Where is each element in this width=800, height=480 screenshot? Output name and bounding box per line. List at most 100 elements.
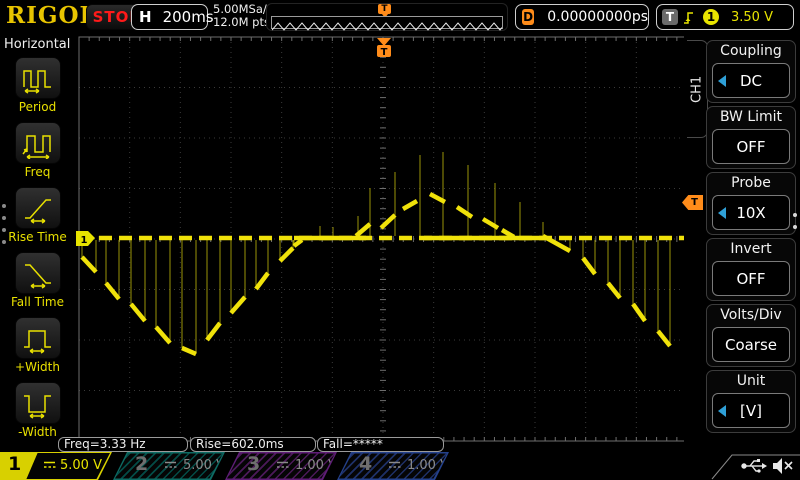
speaker-muted-icon — [773, 458, 793, 474]
brand-logo: RIGOL — [6, 2, 97, 29]
delay-value: 0.00000000ps — [547, 9, 648, 25]
fall-time-button[interactable] — [14, 252, 61, 294]
trigger-badge: T — [662, 9, 678, 25]
menu-item-value-text: DC — [739, 71, 763, 90]
menu-item-volts-div[interactable]: Volts/Div Coarse — [706, 304, 796, 367]
ch1-level-marker[interactable]: 1 — [76, 231, 95, 246]
menu-item-invert[interactable]: Invert OFF — [706, 238, 796, 301]
fall-time-icon — [24, 264, 51, 289]
measurement-readout: Fall=***** — [317, 437, 444, 452]
left-menu-item-period[interactable]: Period — [0, 57, 75, 114]
rise-time-icon — [24, 199, 51, 224]
channel-volts-per-div: 5.00 V — [183, 458, 225, 473]
svg-text:T: T — [381, 47, 388, 58]
svg-text:1: 1 — [81, 235, 88, 246]
left-menu-scroll-dots — [2, 196, 6, 252]
freq-icon — [21, 135, 51, 159]
menu-item-value[interactable]: Coarse — [712, 327, 790, 362]
trigger-level-value: 3.50 V — [731, 9, 773, 25]
trigger-position-flag: T — [378, 4, 391, 18]
left-menu-item-fall-time[interactable]: Fall Time — [0, 252, 75, 309]
dc-coupling-icon — [44, 461, 56, 468]
dc-coupling-icon — [389, 461, 401, 468]
channel-volts-per-div: 1.00 V — [295, 458, 337, 473]
waveform-memory-preview: T — [266, 3, 513, 31]
oscilloscope-screen: RIGOL STOP H 200ms 5.00MSa/s 12.0M pts T… — [0, 0, 800, 480]
menu-item-value[interactable]: OFF — [712, 129, 790, 164]
right-menu-scroll-dots — [793, 205, 797, 237]
left-menu-item-label: Freq — [24, 165, 51, 179]
menu-item-probe[interactable]: Probe 10X — [706, 172, 796, 235]
left-arrow-icon — [718, 75, 726, 87]
channel-settings-menu: CH1 Coupling DC BW Limit OFF Probe 10X Invert O… — [684, 33, 800, 447]
usb-icon — [741, 459, 767, 473]
channel-slot-2[interactable]: 2 5.00 V — [113, 452, 225, 480]
menu-item-value[interactable]: OFF — [712, 261, 790, 296]
left-menu-item-label: Rise Time — [8, 230, 67, 244]
left-menu-item-label: Fall Time — [10, 295, 64, 309]
menu-item-label: Coupling — [720, 43, 782, 59]
left-menu-item--width[interactable]: -Width — [0, 382, 75, 439]
channel-number: 4 — [359, 453, 373, 476]
-width-button[interactable] — [14, 382, 61, 424]
period-button[interactable] — [14, 57, 61, 99]
measurement-readout: Freq=3.33 Hz — [58, 437, 188, 452]
dc-coupling-icon — [165, 461, 177, 468]
left-menu-item-label: +Width — [15, 360, 60, 374]
menu-item-value[interactable]: 10X — [712, 195, 790, 230]
left-menu-item-rise-time[interactable]: Rise Time — [0, 187, 75, 244]
menu-item-label: Unit — [736, 373, 766, 389]
left-menu-item-label: Period — [18, 100, 57, 114]
period-icon — [22, 70, 51, 94]
timebase-value: 200ms — [162, 8, 214, 26]
rise-time-button[interactable] — [14, 187, 61, 229]
top-status-bar: RIGOL STOP H 200ms 5.00MSa/s 12.0M pts T… — [0, 0, 800, 33]
trigger-slope-icon — [684, 11, 693, 24]
freq-button[interactable] — [14, 122, 61, 164]
memory-depth: 12.0M pts — [213, 15, 270, 29]
menu-item-value[interactable]: DC — [712, 63, 790, 98]
left-menu-item--width[interactable]: +Width — [0, 317, 75, 374]
memory-window — [271, 16, 513, 31]
dc-coupling-icon — [277, 461, 289, 468]
sample-rate-block: 5.00MSa/s 12.0M pts — [213, 3, 273, 29]
channel-slot-1[interactable]: 1 5.00 V — [0, 452, 112, 480]
channel-number: 3 — [247, 453, 261, 476]
channel-number: 2 — [135, 453, 149, 476]
menu-item-label: Volts/Div — [720, 307, 782, 323]
ch1-glitch-spikes — [81, 152, 671, 354]
system-icons — [711, 454, 800, 480]
trigger-source-badge: 1 — [703, 9, 719, 25]
display-markers: T1 — [76, 38, 391, 246]
menu-item-unit[interactable]: Unit [V] — [706, 370, 796, 433]
-width-button[interactable] — [14, 317, 61, 359]
menu-item-value-text: OFF — [736, 269, 766, 288]
menu-item-label: Probe — [731, 175, 771, 191]
horizontal-timebase-box[interactable]: H 200ms — [131, 4, 214, 30]
menu-item-value[interactable]: [V] — [712, 393, 790, 428]
menu-item-coupling[interactable]: Coupling DC — [706, 40, 796, 103]
left-measure-menu: Horizontal Period Freq Rise Time Fall Time +… — [0, 33, 75, 447]
menu-item-value-text: OFF — [736, 137, 766, 156]
menu-item-label: BW Limit — [719, 109, 783, 125]
channel-slot-4[interactable]: 4 1.00 V — [337, 452, 449, 480]
preview-waveform — [271, 22, 513, 31]
horizontal-label: H — [139, 8, 152, 26]
measurement-readout: Rise=602.0ms — [190, 437, 316, 452]
left-arrow-icon — [718, 405, 726, 417]
left-arrow-icon — [718, 207, 726, 219]
plus-width-icon — [23, 330, 51, 354]
left-menu-item-freq[interactable]: Freq — [0, 122, 75, 179]
delay-box: D 0.00000000ps — [515, 4, 649, 30]
menu-item-bw-limit[interactable]: BW Limit OFF — [706, 106, 796, 169]
channel-number: 1 — [8, 453, 22, 475]
delay-badge: D — [522, 9, 535, 25]
trigger-info-box: T 1 3.50 V — [656, 4, 794, 30]
trigger-position-marker[interactable]: T — [377, 38, 391, 58]
menu-item-label: Invert — [730, 241, 772, 257]
menu-item-value-text: 10X — [736, 203, 766, 222]
channel-slot-3[interactable]: 3 1.00 V — [225, 452, 337, 480]
channel-volts-per-div: 5.00 V — [60, 458, 102, 473]
menu-item-value-text: Coarse — [724, 335, 778, 354]
waveform-display: T1 — [76, 36, 688, 442]
